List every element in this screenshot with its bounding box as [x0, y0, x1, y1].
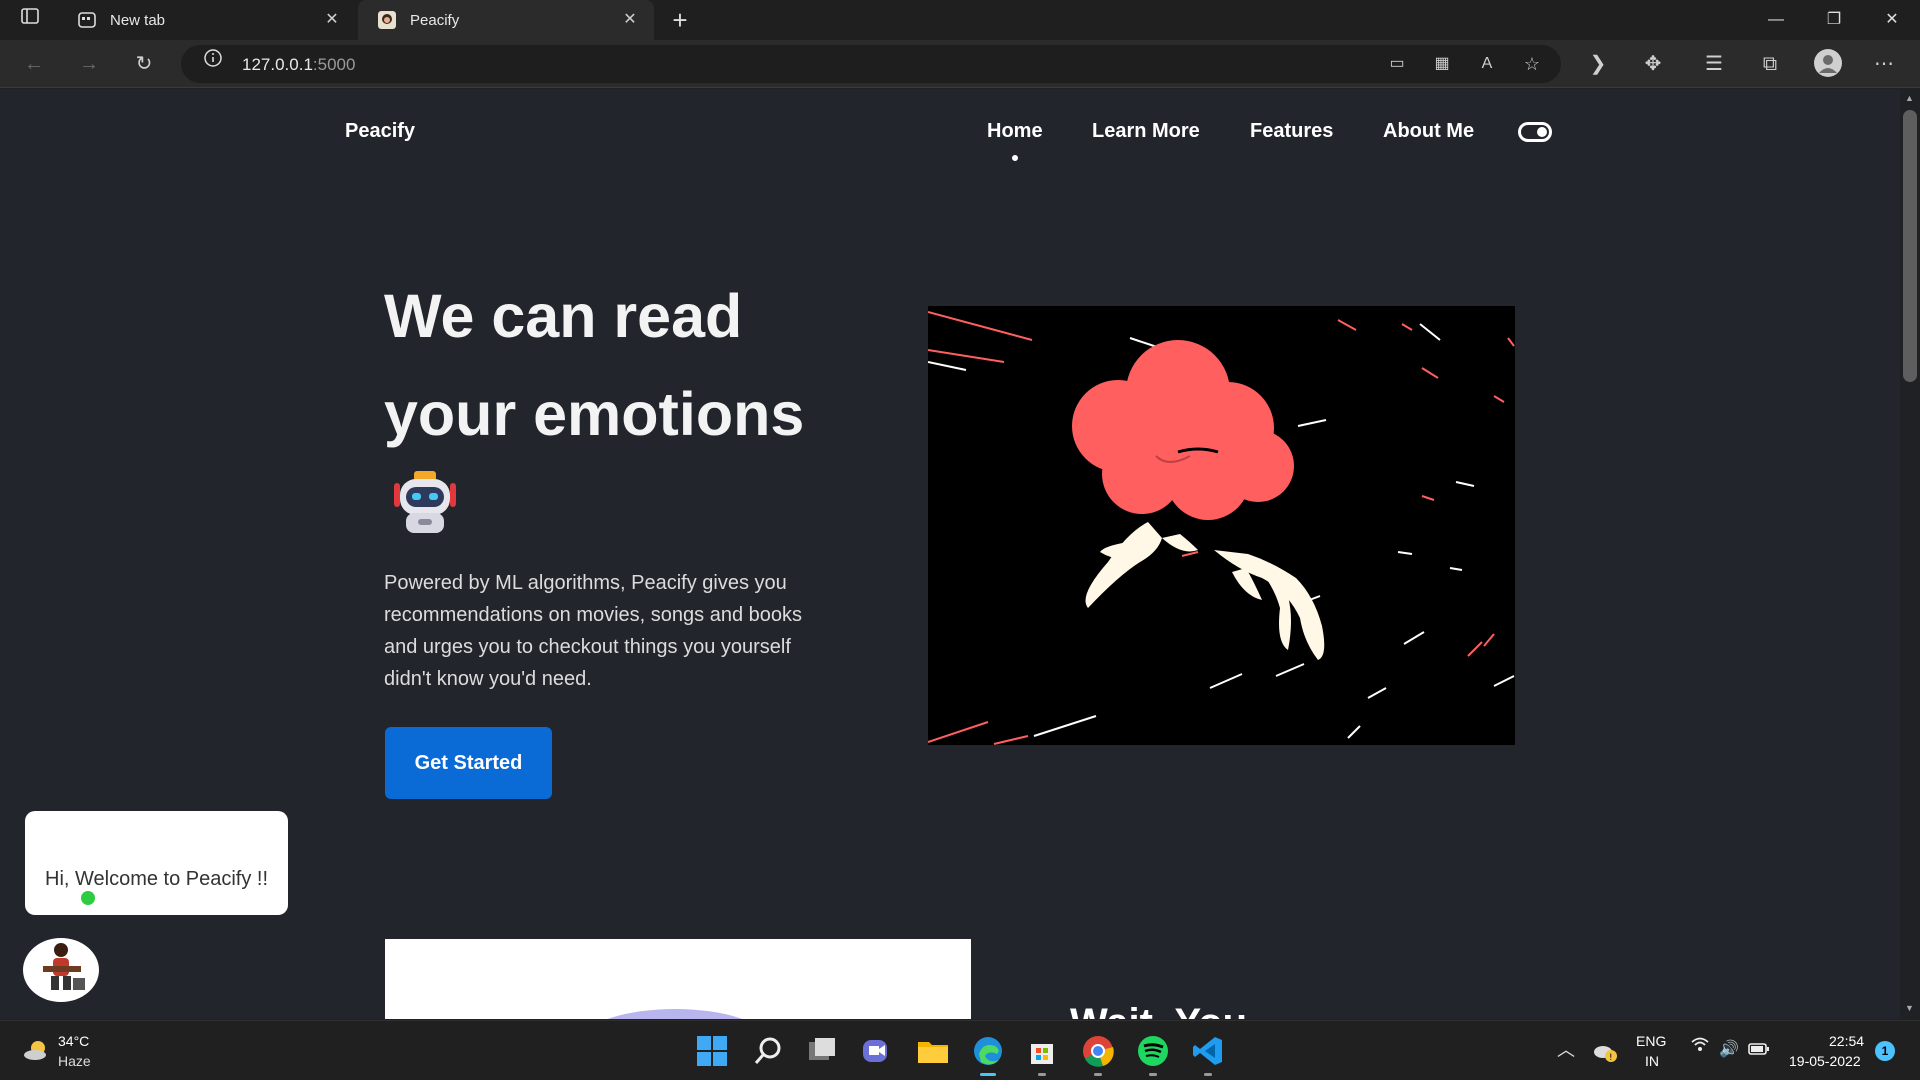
- close-tab-icon[interactable]: ✕: [620, 10, 640, 30]
- chat-welcome-bubble: Hi, Welcome to Peacify !!: [25, 811, 288, 915]
- battery-icon[interactable]: [1743, 1034, 1775, 1066]
- chrome-icon[interactable]: [1081, 1034, 1115, 1068]
- hero-illustration: [928, 306, 1515, 745]
- web-page: Peacify Home Learn More Features About M…: [0, 89, 1900, 1019]
- teams-chat-icon[interactable]: [860, 1034, 894, 1068]
- task-view-icon[interactable]: [806, 1034, 840, 1068]
- wifi-icon[interactable]: [1684, 1034, 1716, 1066]
- theme-toggle[interactable]: [1518, 122, 1552, 142]
- region-indicator[interactable]: IN: [1645, 1053, 1659, 1069]
- svg-text:!: !: [1609, 1053, 1613, 1063]
- edge-browser-icon[interactable]: [971, 1034, 1005, 1068]
- extension-arrow-icon[interactable]: ❯: [1582, 48, 1614, 80]
- search-icon[interactable]: [751, 1034, 785, 1068]
- clock-time[interactable]: 22:54: [1829, 1033, 1864, 1049]
- scroll-up-icon[interactable]: ▲: [1905, 93, 1914, 103]
- notification-badge[interactable]: 1: [1875, 1041, 1895, 1061]
- language-indicator[interactable]: ENG: [1636, 1033, 1666, 1049]
- nav-home[interactable]: Home: [987, 120, 1043, 143]
- active-nav-indicator: [1012, 155, 1018, 161]
- section-image-card: [385, 939, 971, 1019]
- windows-start-icon[interactable]: [695, 1034, 729, 1068]
- new-tab-icon: [78, 12, 96, 28]
- hero-title: We can read your emotions: [384, 282, 805, 448]
- brand-logo[interactable]: Peacify: [345, 120, 415, 143]
- clock-date[interactable]: 19-05-2022: [1789, 1053, 1861, 1069]
- running-app-indicator: [1149, 1073, 1157, 1076]
- get-started-button[interactable]: Get Started: [385, 727, 552, 799]
- robot-icon: [394, 471, 456, 533]
- scroll-down-icon[interactable]: ▼: [1905, 1003, 1914, 1013]
- app-available-icon[interactable]: ▭: [1381, 48, 1413, 80]
- microsoft-store-icon[interactable]: [1025, 1034, 1059, 1068]
- browser-tab-bar: New tab ✕ Peacify ✕ + — ❐ ✕: [0, 0, 1920, 40]
- new-tab-button[interactable]: +: [664, 4, 696, 36]
- nav-about-me[interactable]: About Me: [1383, 120, 1474, 143]
- running-app-indicator: [1204, 1073, 1212, 1076]
- hero-description: Powered by ML algorithms, Peacify gives …: [384, 572, 803, 690]
- nav-learn-more[interactable]: Learn More: [1092, 120, 1200, 143]
- tab-new-tab[interactable]: New tab ✕: [58, 0, 356, 40]
- url-text: 127.0.0.1:5000: [242, 55, 356, 74]
- qr-code-icon[interactable]: ▦: [1426, 48, 1458, 80]
- file-explorer-icon[interactable]: [916, 1034, 950, 1068]
- vscode-icon[interactable]: [1191, 1034, 1225, 1068]
- chat-welcome-text: Hi, Welcome to Peacify !!: [45, 868, 269, 890]
- minimize-icon[interactable]: —: [1748, 0, 1804, 40]
- tab-peacify[interactable]: Peacify ✕: [358, 0, 654, 40]
- add-favorite-icon[interactable]: ☆: [1516, 48, 1548, 80]
- address-bar[interactable]: 127.0.0.1:5000 ▭ ▦ A ☆: [181, 45, 1561, 83]
- refresh-icon[interactable]: ↻: [128, 48, 160, 80]
- running-app-indicator: [1038, 1073, 1046, 1076]
- weather-icon[interactable]: [22, 1035, 52, 1065]
- running-app-indicator: [1094, 1073, 1102, 1076]
- profile-avatar[interactable]: [1812, 48, 1844, 80]
- restore-icon[interactable]: ❐: [1806, 0, 1862, 40]
- tab-title: New tab: [110, 11, 166, 29]
- site-info-icon[interactable]: [197, 48, 229, 80]
- windows-taskbar: 34°C Haze ︿ ! ENG IN 🔊 22:54 19-05-2022 …: [0, 1020, 1920, 1080]
- active-app-indicator: [980, 1073, 996, 1076]
- browser-toolbar: ← → ↻ 127.0.0.1:5000 ▭ ▦ A ☆ ❯ ✥ ☰ ⧉ ⋯: [0, 40, 1920, 88]
- back-icon[interactable]: ←: [18, 48, 50, 80]
- section-heading: Wait, You: [1070, 1001, 1247, 1019]
- peacify-favicon: [378, 11, 396, 29]
- weather-temperature[interactable]: 34°C: [58, 1033, 89, 1049]
- extensions-icon[interactable]: ✥: [1637, 48, 1669, 80]
- tab-title: Peacify: [410, 11, 460, 29]
- collections-icon[interactable]: ⧉: [1754, 48, 1786, 80]
- chatbot-avatar[interactable]: [23, 938, 99, 1002]
- favorites-icon[interactable]: ☰: [1698, 48, 1730, 80]
- card-illustration: [585, 1009, 765, 1019]
- scrollbar-thumb[interactable]: [1903, 110, 1917, 382]
- show-hidden-icons[interactable]: ︿: [1550, 1034, 1582, 1066]
- close-tab-icon[interactable]: ✕: [322, 10, 342, 30]
- nav-features[interactable]: Features: [1250, 120, 1333, 143]
- tab-actions-icon[interactable]: [14, 4, 46, 36]
- close-window-icon[interactable]: ✕: [1864, 0, 1920, 40]
- volume-icon[interactable]: 🔊: [1713, 1034, 1745, 1066]
- online-status-dot: [79, 889, 97, 907]
- spotify-icon[interactable]: [1136, 1034, 1170, 1068]
- weather-description[interactable]: Haze: [58, 1053, 91, 1069]
- more-options-icon[interactable]: ⋯: [1868, 48, 1900, 80]
- forward-icon[interactable]: →: [73, 48, 105, 80]
- onedrive-warning-icon[interactable]: !: [1592, 1039, 1618, 1063]
- read-aloud-icon[interactable]: A: [1471, 48, 1503, 80]
